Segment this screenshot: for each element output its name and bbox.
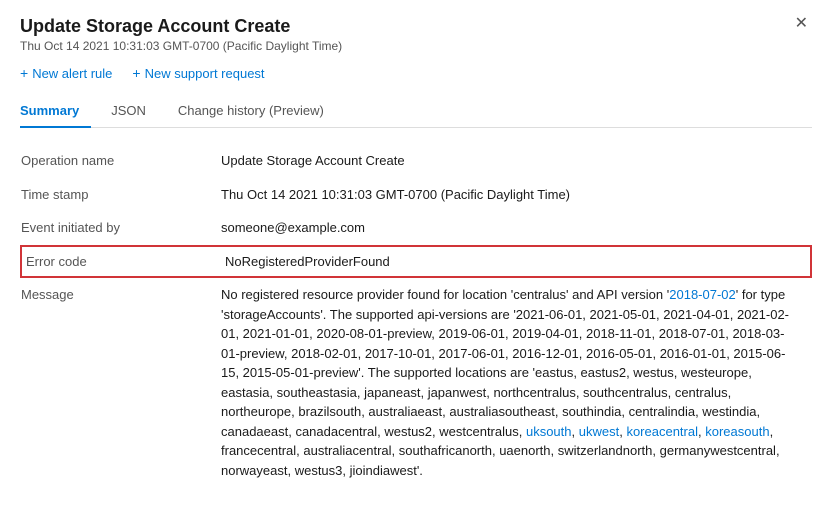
- tabs-bar: Summary JSON Change history (Preview): [20, 95, 812, 128]
- panel-subtitle: Thu Oct 14 2021 10:31:03 GMT-0700 (Pacif…: [20, 39, 342, 53]
- api-version-link[interactable]: 2018-07-02: [669, 287, 736, 302]
- error-code-row: Error code NoRegisteredProviderFound: [21, 246, 811, 278]
- uksouth-link[interactable]: uksouth: [526, 424, 572, 439]
- tab-json[interactable]: JSON: [111, 95, 158, 128]
- new-alert-rule-label: New alert rule: [32, 66, 112, 81]
- activity-log-detail-panel: Update Storage Account Create Thu Oct 14…: [0, 0, 832, 511]
- message-label: Message: [21, 277, 221, 487]
- operation-name-label: Operation name: [21, 144, 221, 178]
- tab-change-history[interactable]: Change history (Preview): [178, 95, 336, 128]
- koreasouth-link[interactable]: koreasouth: [705, 424, 769, 439]
- panel-header: Update Storage Account Create Thu Oct 14…: [20, 16, 812, 53]
- panel-title: Update Storage Account Create: [20, 16, 342, 37]
- close-button[interactable]: ✕: [791, 16, 812, 32]
- ukwest-link[interactable]: ukwest: [579, 424, 619, 439]
- time-stamp-label: Time stamp: [21, 178, 221, 212]
- detail-table: Operation name Update Storage Account Cr…: [20, 144, 812, 487]
- time-stamp-row: Time stamp Thu Oct 14 2021 10:31:03 GMT-…: [21, 178, 811, 212]
- tab-summary[interactable]: Summary: [20, 95, 91, 128]
- error-code-value: NoRegisteredProviderFound: [221, 246, 811, 278]
- time-stamp-value: Thu Oct 14 2021 10:31:03 GMT-0700 (Pacif…: [221, 178, 811, 212]
- message-row: Message No registered resource provider …: [21, 277, 811, 487]
- error-code-label: Error code: [21, 246, 221, 278]
- plus-icon-alert: +: [20, 65, 28, 81]
- new-alert-rule-link[interactable]: + New alert rule: [20, 65, 112, 81]
- event-initiated-label: Event initiated by: [21, 211, 221, 246]
- header-text: Update Storage Account Create Thu Oct 14…: [20, 16, 342, 53]
- action-bar: + New alert rule + New support request: [20, 65, 812, 81]
- operation-name-value: Update Storage Account Create: [221, 144, 811, 178]
- koreacentral-link[interactable]: koreacentral: [626, 424, 698, 439]
- message-value: No registered resource provider found fo…: [221, 277, 811, 487]
- new-support-request-link[interactable]: + New support request: [132, 65, 264, 81]
- close-icon: ✕: [795, 15, 808, 32]
- plus-icon-support: +: [132, 65, 140, 81]
- event-initiated-row: Event initiated by someone@example.com: [21, 211, 811, 246]
- operation-name-row: Operation name Update Storage Account Cr…: [21, 144, 811, 178]
- event-initiated-value: someone@example.com: [221, 211, 811, 246]
- new-support-request-label: New support request: [145, 66, 265, 81]
